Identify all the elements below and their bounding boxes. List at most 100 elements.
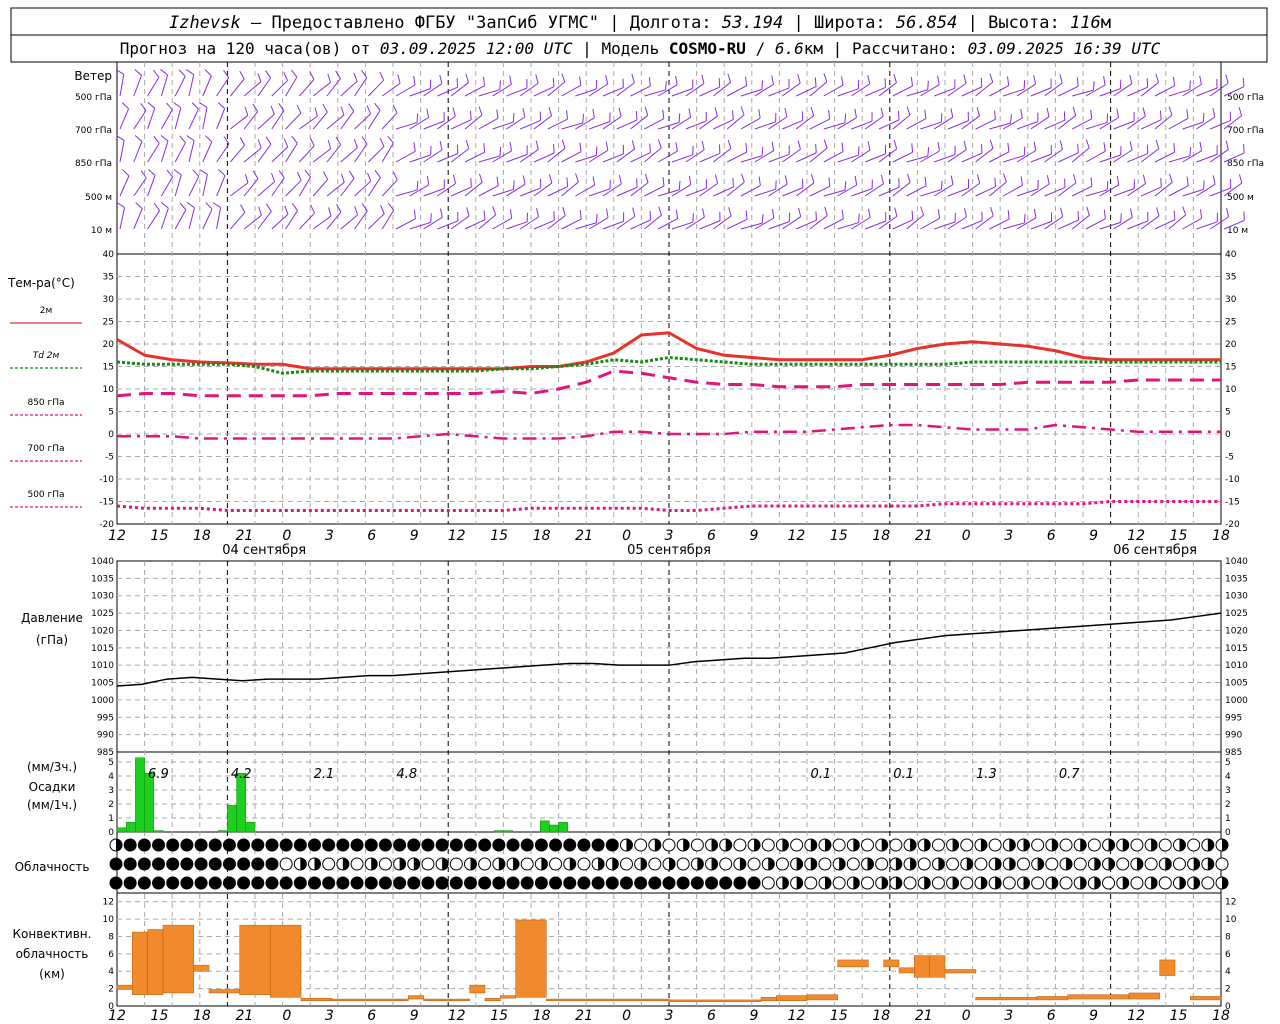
wind-barb-feather xyxy=(1010,114,1012,124)
cloud-symbol xyxy=(350,876,364,890)
wind-barb-feather xyxy=(1172,76,1176,86)
temp-tick-left: 0 xyxy=(108,430,114,440)
conv-bar xyxy=(760,997,777,1002)
wind-barb xyxy=(823,84,844,97)
wind-barb-feather xyxy=(1142,107,1146,117)
wind-barb xyxy=(1058,152,1079,163)
wind-barb xyxy=(257,113,275,130)
wind-barb-feather xyxy=(244,173,249,183)
wind-barb-feather xyxy=(1072,106,1077,116)
cloud-symbol xyxy=(676,857,690,871)
cloud-symbol xyxy=(889,838,903,852)
wind-barb-feather xyxy=(823,139,828,149)
pressure-unit: (гПа) xyxy=(36,633,68,647)
wind-barb xyxy=(1099,184,1120,197)
wind-barb-feather xyxy=(1059,140,1063,150)
wind-barb-feather xyxy=(771,209,775,219)
wind-barb xyxy=(243,178,259,197)
wind-barb-feather xyxy=(1076,77,1079,87)
wind-barb xyxy=(492,150,512,163)
wind-barb xyxy=(920,217,940,230)
wind-barb-feather xyxy=(439,74,443,84)
cloud-symbol-half xyxy=(853,877,860,889)
wind-barb xyxy=(271,146,289,163)
wind-barb xyxy=(437,153,458,163)
wind-barb xyxy=(1113,120,1135,130)
cloud-symbol xyxy=(1031,876,1045,890)
cloud-symbol-half xyxy=(810,839,817,851)
temp-tick-right: 25 xyxy=(1225,318,1236,328)
header-computed-label: Рассчитано: xyxy=(852,39,958,58)
cloud-symbol-half xyxy=(1080,839,1087,851)
cloud-symbol xyxy=(1016,857,1030,871)
wind-barb-feather xyxy=(452,174,457,184)
wind-barb-feather xyxy=(618,107,622,117)
cloud-symbol xyxy=(1031,838,1045,852)
conv-bar xyxy=(668,999,762,1002)
conv-tick-left: 4 xyxy=(108,967,114,977)
pressure-tick-left: 990 xyxy=(97,731,114,741)
cloud-symbol-half xyxy=(1080,877,1087,889)
wind-barb-feather xyxy=(509,209,513,219)
cloud-symbol xyxy=(534,876,548,890)
wind-barb-feather xyxy=(240,204,246,213)
wind-barb xyxy=(713,186,734,197)
pressure-tick-left: 1035 xyxy=(91,574,114,584)
pressure-tick-right: 1020 xyxy=(1225,626,1248,636)
header-res-unit: км xyxy=(804,39,824,58)
wind-barb-feather xyxy=(290,69,298,78)
precip-unit-top: (мм/3ч.) xyxy=(27,760,77,774)
wind-barb-feather xyxy=(784,107,788,117)
wind-barb-feather xyxy=(335,136,342,146)
wind-barb-feather xyxy=(1090,177,1093,187)
pressure-tick-right: 1030 xyxy=(1225,592,1248,602)
pressure-tick-right: 1035 xyxy=(1225,574,1248,584)
wind-barb-feather xyxy=(1212,108,1216,118)
temp-legend-label: 2м xyxy=(40,306,53,316)
wind-barb-feather xyxy=(192,169,200,177)
wind-barb-feather xyxy=(1007,142,1010,152)
wind-barb xyxy=(837,184,857,197)
wind-barb xyxy=(368,79,385,97)
conv-bar xyxy=(300,997,332,1002)
cloud-symbol xyxy=(449,857,463,871)
wind-barb-feather xyxy=(989,139,994,149)
cloud-symbol xyxy=(322,838,336,852)
cloud-symbol xyxy=(534,838,548,852)
cloud-symbol-half xyxy=(683,839,690,851)
hour-tick-label-bottom: 6 xyxy=(367,1008,376,1024)
wind-barb-feather xyxy=(140,170,147,179)
cloud-symbol xyxy=(194,876,208,890)
wind-barb-feather xyxy=(701,74,705,84)
wind-barb-feather xyxy=(1173,143,1176,153)
cloud-symbol-half xyxy=(1051,839,1058,851)
wind-barb xyxy=(644,147,662,163)
hour-tick-label-bottom: 3 xyxy=(665,1008,674,1024)
cloud-symbol xyxy=(733,838,747,852)
wind-barb-feather xyxy=(631,140,636,150)
cloud-symbol-half xyxy=(1009,839,1016,851)
wind-barb-feather xyxy=(566,110,568,120)
wind-barb-feather xyxy=(1169,173,1173,183)
cloud-symbol xyxy=(293,838,307,852)
wind-barb-feather xyxy=(1046,107,1050,117)
wind-barb-feather xyxy=(1142,174,1147,184)
wind-barb xyxy=(1113,216,1133,230)
cloud-symbol xyxy=(1087,838,1101,852)
hour-tick-label-bottom: 12 xyxy=(1127,1008,1145,1024)
wind-barb xyxy=(202,174,208,197)
wind-barb xyxy=(602,87,624,97)
wind-barb-feather xyxy=(327,73,332,83)
wind-barb-feather xyxy=(469,110,472,120)
wind-barb-feather xyxy=(291,202,298,211)
cloud-symbol-half xyxy=(342,858,349,870)
wind-barb xyxy=(216,175,226,197)
cloud-symbol-half xyxy=(1122,877,1129,889)
hour-tick-label: 15 xyxy=(1170,528,1188,544)
wind-barb-feather xyxy=(465,73,470,83)
cloud-symbol xyxy=(818,857,832,871)
cloud-symbol xyxy=(903,876,917,890)
wind-barb xyxy=(533,152,555,163)
wind-barb-feather xyxy=(310,204,315,214)
wind-barb-feather xyxy=(990,206,994,216)
